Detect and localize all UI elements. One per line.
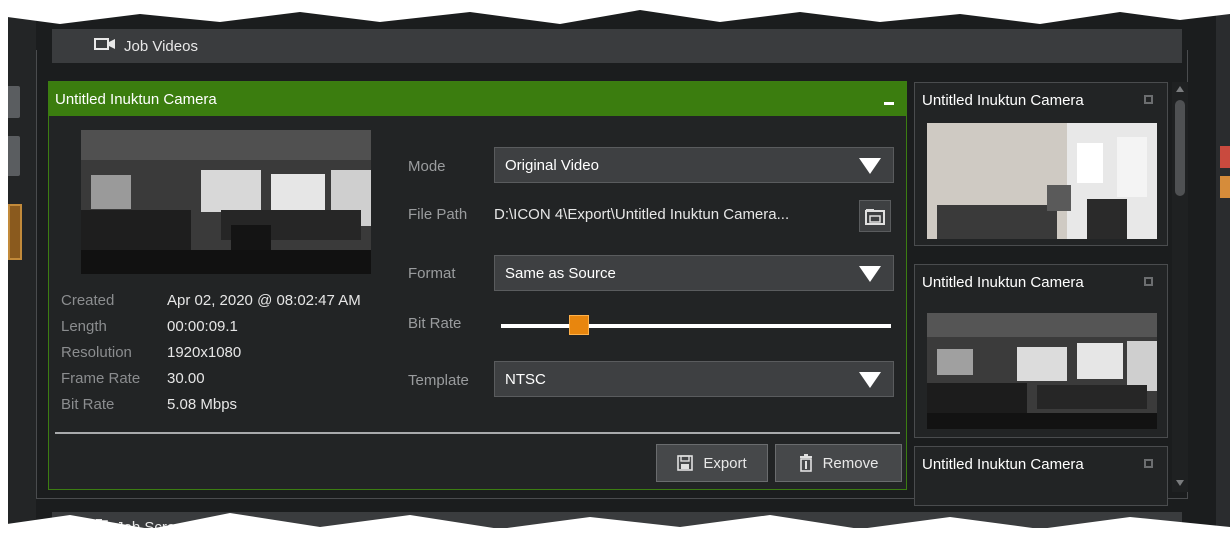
format-select[interactable]: Same as Source: [494, 255, 894, 291]
torn-edge-top: [0, 0, 1230, 24]
side-video-title: Untitled Inuktun Camera: [922, 91, 1084, 109]
bitrate-label: Bit Rate: [408, 315, 462, 332]
chevron-down-icon: [859, 158, 881, 174]
file-path-value: D:\ICON 4\Export\Untitled Inuktun Camera…: [494, 206, 790, 223]
card-divider: [55, 432, 900, 434]
job-videos-title: Job Videos: [124, 37, 198, 55]
format-value: Same as Source: [505, 264, 616, 282]
minimize-icon[interactable]: [884, 102, 894, 105]
side-video-title: Untitled Inuktun Camera: [922, 455, 1084, 473]
browse-folder-button[interactable]: [859, 200, 891, 232]
side-list-scrollbar[interactable]: [1172, 82, 1188, 492]
copy-icon[interactable]: [1144, 459, 1153, 468]
app-window: Job Videos Untitled Inuktun Camera Creat: [8, 10, 1230, 528]
side-video-item[interactable]: Untitled Inuktun Camera: [914, 446, 1168, 506]
chevron-down-icon: [859, 266, 881, 282]
side-video-item[interactable]: Untitled Inuktun Camera: [914, 82, 1168, 246]
side-video-header: Untitled Inuktun Camera: [915, 265, 1167, 299]
scroll-thumb[interactable]: [1175, 100, 1185, 196]
export-button[interactable]: Export: [656, 444, 768, 482]
video-camera-icon: [94, 37, 116, 55]
left-tab-active[interactable]: [8, 204, 22, 260]
left-tab-1[interactable]: [8, 86, 20, 118]
side-video-header: Untitled Inuktun Camera: [915, 447, 1167, 481]
template-select[interactable]: NTSC: [494, 361, 894, 397]
job-videos-header[interactable]: Job Videos: [52, 29, 1182, 63]
side-video-item[interactable]: Untitled Inuktun Camera: [914, 264, 1168, 438]
left-tab-2[interactable]: [8, 136, 20, 176]
video-card: Untitled Inuktun Camera Created Apr 02, 2…: [48, 81, 907, 490]
video-card-header[interactable]: Untitled Inuktun Camera: [49, 82, 906, 116]
format-label: Format: [408, 265, 456, 282]
side-video-thumbnail[interactable]: [927, 123, 1157, 239]
status-orange-marker: [1220, 176, 1230, 198]
mode-value: Original Video: [505, 156, 599, 174]
side-video-header: Untitled Inuktun Camera: [915, 83, 1167, 117]
folder-icon: [865, 209, 885, 225]
bitrate-slider-handle[interactable]: [569, 315, 589, 335]
side-video-title: Untitled Inuktun Camera: [922, 273, 1084, 291]
video-card-title: Untitled Inuktun Camera: [55, 90, 217, 108]
side-video-thumbnail[interactable]: [927, 313, 1157, 429]
meta-bit-rate: Bit Rate 5.08 Mbps: [61, 396, 238, 413]
chevron-down-icon: [859, 372, 881, 388]
copy-icon[interactable]: [1144, 95, 1153, 104]
remove-label: Remove: [822, 454, 879, 472]
meta-length: Length 00:00:09.1: [61, 318, 238, 335]
template-label: Template: [408, 372, 469, 389]
remove-button[interactable]: Remove: [775, 444, 902, 482]
file-path-label: File Path: [408, 206, 468, 223]
scroll-up-icon[interactable]: [1176, 86, 1184, 92]
scroll-down-icon[interactable]: [1176, 480, 1184, 486]
mode-label: Mode: [408, 158, 446, 175]
copy-icon[interactable]: [1144, 277, 1153, 286]
video-thumbnail[interactable]: [81, 130, 371, 274]
mode-select[interactable]: Original Video: [494, 147, 894, 183]
meta-resolution: Resolution 1920x1080: [61, 344, 242, 361]
meta-frame-rate: Frame Rate 30.00: [61, 370, 205, 387]
save-icon: [677, 455, 694, 471]
template-value: NTSC: [505, 370, 546, 388]
left-panel-strip: [8, 10, 36, 528]
meta-created: Created Apr 02, 2020 @ 08:02:47 AM: [61, 292, 361, 309]
bitrate-slider-track[interactable]: [501, 324, 891, 328]
export-label: Export: [703, 454, 747, 472]
torn-edge-bottom: [0, 513, 1230, 537]
status-red-marker: [1220, 146, 1230, 168]
right-panel-strip: [1216, 10, 1230, 528]
trash-icon: [799, 454, 812, 472]
